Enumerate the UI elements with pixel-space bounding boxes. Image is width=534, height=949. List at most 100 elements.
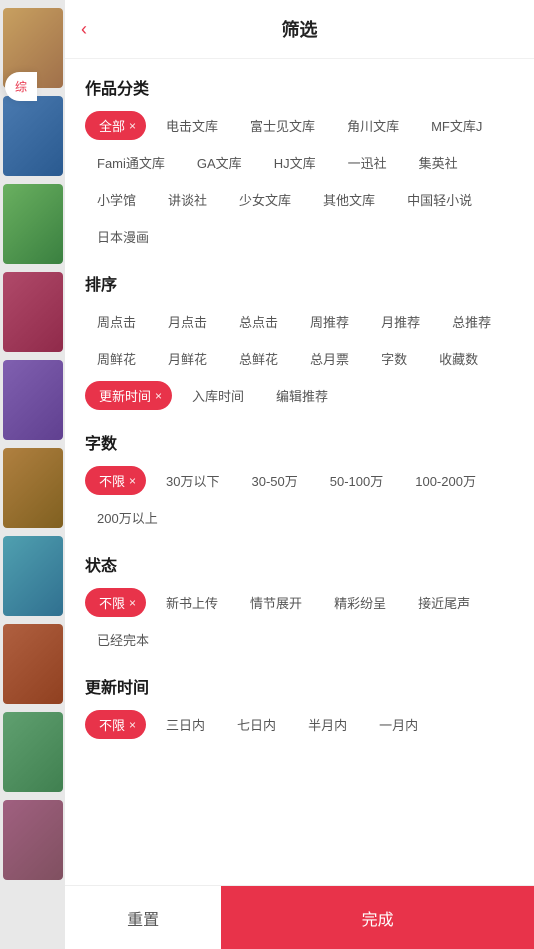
tag-sort-0[interactable]: 周点击 — [85, 307, 148, 336]
tag-label-category-0: 全部 — [99, 116, 125, 135]
tag-label-status-4: 接近尾声 — [418, 593, 470, 612]
tag-label-wordcount-0: 不限 — [99, 471, 125, 490]
tag-category-7[interactable]: HJ文库 — [262, 148, 328, 177]
tags-sort: 周点击 月点击 总点击 周推荐 月推荐 总推荐周鲜花 月鲜花 总鲜花 总月票字数 收藏数更新时间×… — [85, 307, 514, 410]
tag-sort-7[interactable]: 月鲜花 — [156, 344, 219, 373]
tag-sort-2[interactable]: 总点击 — [227, 307, 290, 336]
tag-label-status-1: 新书上传 — [166, 593, 218, 612]
tag-label-category-9: 集英社 — [419, 153, 458, 172]
tag-update_time-3[interactable]: 半月内 — [296, 710, 359, 739]
tag-label-sort-0: 周点击 — [97, 312, 136, 331]
tag-category-10[interactable]: 小学馆 — [85, 185, 148, 214]
tag-label-sort-11: 收藏数 — [439, 349, 478, 368]
tag-label-category-6: GA文库 — [197, 153, 242, 172]
tag-sort-12[interactable]: 更新时间× — [85, 381, 172, 410]
reset-button[interactable]: 重置 — [65, 886, 221, 949]
tag-wordcount-5[interactable]: 200万以上 — [85, 503, 170, 532]
tag-sort-6[interactable]: 周鲜花 — [85, 344, 148, 373]
tag-category-9[interactable]: 集英社 — [407, 148, 470, 177]
tag-label-status-3: 精彩纷呈 — [334, 593, 386, 612]
section-title-category: 作品分类 — [85, 75, 514, 99]
tab-label: 综 — [15, 80, 27, 94]
tag-status-3[interactable]: 精彩纷呈 — [322, 588, 398, 617]
section-status: 状态不限×新书上传情节展开精彩纷呈接近尾声已经完本 — [85, 552, 514, 654]
tag-close-update_time-0: × — [129, 718, 136, 732]
section-wordcount: 字数不限× 30万以下 30-50万 50-100万 100-200万 200万以上 — [85, 430, 514, 532]
tag-label-status-0: 不限 — [99, 593, 125, 612]
tag-category-14[interactable]: 中国轻小说 — [395, 185, 484, 214]
tag-label-sort-8: 总鲜花 — [239, 349, 278, 368]
tag-update_time-1[interactable]: 三日内 — [154, 710, 217, 739]
tag-sort-3[interactable]: 周推荐 — [298, 307, 361, 336]
tag-wordcount-4[interactable]: 100-200万 — [403, 466, 488, 495]
tag-status-1[interactable]: 新书上传 — [154, 588, 230, 617]
tag-category-12[interactable]: 少女文库 — [227, 185, 303, 214]
tag-update_time-2[interactable]: 七日内 — [225, 710, 288, 739]
tag-label-category-5: Fami通文库 — [97, 153, 165, 172]
bottom-bar: 重置 完成 — [65, 885, 534, 949]
tab-indicator[interactable]: 综 — [5, 72, 37, 101]
tag-sort-5[interactable]: 总推荐 — [440, 307, 503, 336]
tag-category-5[interactable]: Fami通文库 — [85, 148, 177, 177]
sidebar-book-8 — [3, 624, 63, 704]
tag-sort-10[interactable]: 字数 — [369, 344, 419, 373]
tag-label-category-1: 电击文库 — [166, 116, 218, 135]
tag-wordcount-0[interactable]: 不限× — [85, 466, 146, 495]
tag-sort-8[interactable]: 总鲜花 — [227, 344, 290, 373]
tag-label-category-12: 少女文库 — [239, 190, 291, 209]
tag-label-category-8: 一迅社 — [348, 153, 387, 172]
tag-status-5[interactable]: 已经完本 — [85, 625, 161, 654]
tag-close-category-0: × — [129, 119, 136, 133]
tag-sort-1[interactable]: 月点击 — [156, 307, 219, 336]
tag-category-1[interactable]: 电击文库 — [154, 111, 230, 140]
tag-status-4[interactable]: 接近尾声 — [406, 588, 482, 617]
tag-sort-14[interactable]: 编辑推荐 — [264, 381, 340, 410]
tag-category-13[interactable]: 其他文库 — [311, 185, 387, 214]
tag-label-sort-12: 更新时间 — [99, 386, 151, 405]
tag-label-sort-1: 月点击 — [168, 312, 207, 331]
sidebar-book-4 — [3, 272, 63, 352]
tag-label-category-11: 讲谈社 — [168, 190, 207, 209]
tag-label-update_time-1: 三日内 — [166, 715, 205, 734]
sidebar-book-6 — [3, 448, 63, 528]
tag-label-category-14: 中国轻小说 — [407, 190, 472, 209]
tag-category-8[interactable]: 一迅社 — [336, 148, 399, 177]
tag-label-sort-4: 月推荐 — [381, 312, 420, 331]
sidebar-book-2 — [3, 96, 63, 176]
tag-sort-11[interactable]: 收藏数 — [427, 344, 490, 373]
sidebar-book-3 — [3, 184, 63, 264]
tag-category-6[interactable]: GA文库 — [185, 148, 254, 177]
tag-category-4[interactable]: MF文库J — [419, 111, 494, 140]
confirm-button[interactable]: 完成 — [221, 886, 534, 949]
tag-sort-13[interactable]: 入库时间 — [180, 381, 256, 410]
tag-update_time-0[interactable]: 不限× — [85, 710, 146, 739]
section-title-wordcount: 字数 — [85, 430, 514, 454]
tag-category-0[interactable]: 全部 × — [85, 111, 146, 140]
tag-label-wordcount-2: 30-50万 — [252, 471, 298, 490]
tag-label-sort-6: 周鲜花 — [97, 349, 136, 368]
back-button[interactable]: ‹ — [81, 19, 87, 40]
tag-sort-4[interactable]: 月推荐 — [369, 307, 432, 336]
tag-label-category-13: 其他文库 — [323, 190, 375, 209]
tag-wordcount-1[interactable]: 30万以下 — [154, 466, 231, 495]
tag-label-category-2: 富士见文库 — [250, 116, 315, 135]
tag-label-category-4: MF文库J — [431, 116, 482, 135]
tag-category-3[interactable]: 角川文库 — [335, 111, 411, 140]
tag-category-2[interactable]: 富士见文库 — [238, 111, 327, 140]
tag-label-wordcount-3: 50-100万 — [330, 471, 383, 490]
tag-category-11[interactable]: 讲谈社 — [156, 185, 219, 214]
tag-category-15[interactable]: 日本漫画 — [85, 222, 161, 251]
tag-label-update_time-2: 七日内 — [237, 715, 276, 734]
tag-update_time-4[interactable]: 一月内 — [367, 710, 430, 739]
tag-wordcount-2[interactable]: 30-50万 — [240, 466, 310, 495]
tag-label-sort-3: 周推荐 — [310, 312, 349, 331]
tag-wordcount-3[interactable]: 50-100万 — [318, 466, 395, 495]
section-sort: 排序周点击月点击总点击周推荐月推荐总推荐周鲜花月鲜花总鲜花总月票字数收藏数更新时… — [85, 271, 514, 410]
filter-content: 作品分类全部 × 电击文库 富士见文库 角川文库 MF文库J Fami通文库 GA文库 HJ文库… — [65, 59, 534, 885]
section-title-update_time: 更新时间 — [85, 674, 514, 698]
tag-status-2[interactable]: 情节展开 — [238, 588, 314, 617]
tag-status-0[interactable]: 不限× — [85, 588, 146, 617]
tag-label-sort-13: 入库时间 — [192, 386, 244, 405]
tag-sort-9[interactable]: 总月票 — [298, 344, 361, 373]
tag-label-wordcount-4: 100-200万 — [415, 471, 476, 490]
